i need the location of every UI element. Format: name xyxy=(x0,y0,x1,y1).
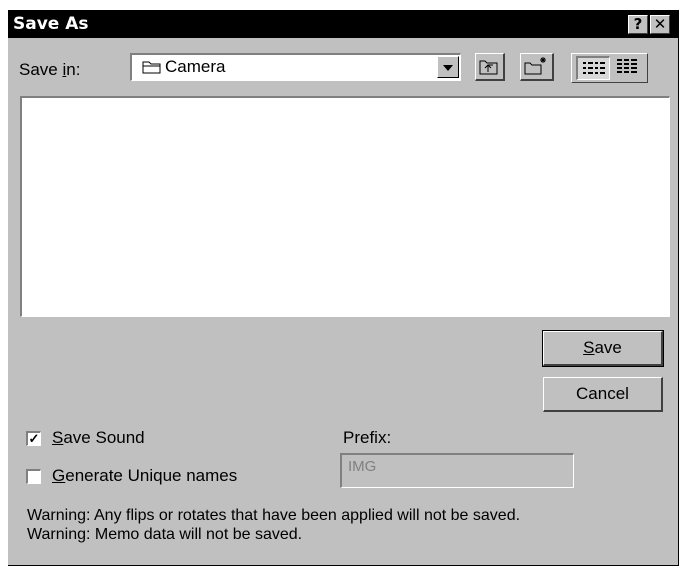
create-new-folder-icon xyxy=(524,57,546,75)
save-in-label: Save in: xyxy=(19,60,81,79)
save-sound-checkbox[interactable]: ✓ xyxy=(26,431,41,446)
view-toggle-group xyxy=(571,53,648,83)
warning-flips-text: Warning: Any flips or rotates that have … xyxy=(27,507,521,524)
dropdown-arrow-button[interactable] xyxy=(437,56,459,78)
details-view-icon xyxy=(617,59,637,73)
save-in-dropdown[interactable]: Camera xyxy=(130,53,461,81)
up-one-level-icon xyxy=(479,60,498,75)
prefix-input[interactable]: IMG xyxy=(340,453,574,488)
close-button[interactable]: ✕ xyxy=(650,15,670,34)
list-view-button[interactable] xyxy=(576,56,610,80)
save-as-dialog: Save As ? ✕ Save in: Camera Save Cancel … xyxy=(8,10,679,566)
chevron-down-icon xyxy=(443,65,453,71)
save-sound-label[interactable]: Save Sound xyxy=(52,428,145,448)
help-button[interactable]: ? xyxy=(628,15,648,34)
create-new-folder-button[interactable] xyxy=(520,53,554,81)
generate-unique-names-label[interactable]: Generate Unique names xyxy=(52,466,237,486)
cancel-button[interactable]: Cancel xyxy=(543,377,663,412)
prefix-label: Prefix: xyxy=(343,428,392,447)
title-bar[interactable]: Save As ? ✕ xyxy=(8,10,678,38)
up-one-level-button[interactable] xyxy=(475,53,505,81)
file-list[interactable] xyxy=(20,96,670,317)
folder-icon xyxy=(142,61,161,74)
save-button[interactable]: Save xyxy=(542,330,664,367)
generate-unique-names-checkbox[interactable] xyxy=(26,469,41,484)
list-view-icon xyxy=(583,62,605,74)
save-in-value: Camera xyxy=(165,57,226,76)
dialog-title: Save As xyxy=(13,14,89,34)
warning-memo-text: Warning: Memo data will not be saved. xyxy=(27,526,303,543)
details-view-button[interactable] xyxy=(612,56,644,80)
